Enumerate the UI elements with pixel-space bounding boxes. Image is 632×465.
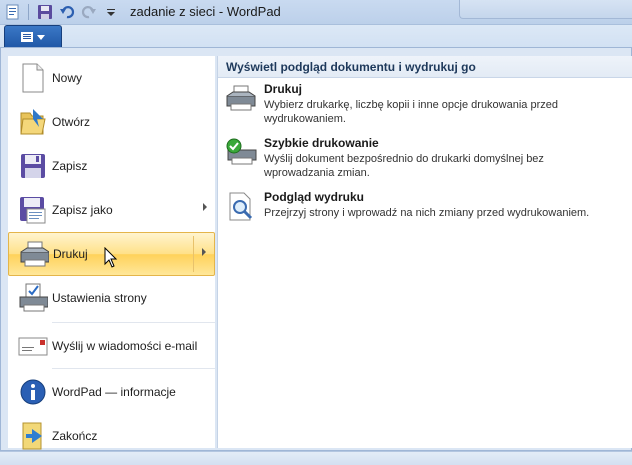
menu-item-open[interactable]: Otwórz	[8, 100, 215, 144]
submenu-item-title: Drukuj	[264, 82, 303, 96]
save-icon[interactable]	[36, 3, 54, 21]
menu-item-label: Wyślij w wiadomości e-mail	[52, 339, 198, 353]
menu-item-about[interactable]: WordPad — informacje	[8, 370, 215, 414]
submenu-item-quick-print[interactable]: Szybkie drukowanie Wyślij dokument bezpo…	[222, 136, 628, 180]
split-button-divider	[193, 236, 194, 272]
submenu-item-description: Wyślij dokument bezpośrednio do drukarki…	[264, 153, 544, 179]
ribbon-tab-row	[0, 25, 632, 48]
submenu-item-print-preview[interactable]: Podgląd wydruku Przejrzyj strony i wprow…	[222, 190, 628, 226]
menu-item-label: Zapisz jako	[52, 203, 113, 217]
customize-qat-icon[interactable]	[102, 3, 120, 21]
menu-item-save[interactable]: Zapisz	[8, 144, 215, 188]
menu-separator	[52, 368, 215, 369]
menu-item-label: Zapisz	[52, 159, 88, 173]
submenu-item-title: Szybkie drukowanie	[264, 136, 379, 150]
menu-item-label: Drukuj	[53, 247, 88, 261]
window-controls[interactable]	[459, 0, 632, 19]
qat-separator	[28, 4, 29, 20]
menu-item-label: Otwórz	[52, 115, 91, 129]
quick-access-toolbar	[0, 0, 120, 24]
save-as-icon	[18, 195, 48, 225]
printer-icon	[224, 82, 258, 118]
menu-separator	[52, 322, 215, 323]
menu-item-label: Nowy	[52, 71, 83, 85]
application-menu: Nowy Otwórz Zapisz Zapisz jako Drukuj Us…	[0, 47, 632, 451]
info-icon	[18, 377, 48, 407]
application-menu-button[interactable]	[4, 25, 62, 48]
save-icon	[18, 151, 48, 181]
submenu-arrow-icon[interactable]	[202, 248, 206, 256]
undo-icon[interactable]	[58, 3, 76, 21]
printer-icon	[19, 239, 49, 269]
status-bar	[0, 451, 632, 465]
redo-icon[interactable]	[80, 3, 98, 21]
menu-item-send-email[interactable]: Wyślij w wiadomości e-mail	[8, 324, 215, 368]
menu-item-label: Ustawienia strony	[52, 291, 147, 305]
wordpad-icon[interactable]	[4, 3, 22, 21]
exit-icon	[18, 421, 48, 451]
print-preview-icon	[224, 190, 258, 226]
submenu-item-print[interactable]: Drukuj Wybierz drukarkę, liczbę kopii i …	[222, 82, 628, 126]
submenu-item-description: Przejrzyj strony i wprowadź na nich zmia…	[264, 207, 590, 219]
submenu-header: Wyświetl podgląd dokumentu i wydrukuj go	[218, 56, 632, 78]
mouse-cursor-icon	[104, 247, 118, 268]
page-setup-icon	[18, 283, 48, 313]
submenu-item-title: Podgląd wydruku	[264, 190, 365, 204]
submenu-item-description: Wybierz drukarkę, liczbę kopii i inne op…	[264, 99, 558, 125]
email-icon	[18, 331, 48, 361]
new-document-icon	[18, 63, 48, 93]
menu-item-save-as[interactable]: Zapisz jako	[8, 188, 215, 232]
print-submenu: Wyświetl podgląd dokumentu i wydrukuj go…	[217, 56, 632, 448]
title-bar: zadanie z sieci - WordPad	[0, 0, 632, 25]
window-title: zadanie z sieci - WordPad	[130, 4, 281, 19]
menu-item-new[interactable]: Nowy	[8, 56, 215, 100]
submenu-arrow-icon	[203, 203, 207, 211]
menu-item-label: Zakończ	[52, 429, 98, 443]
menu-item-label: WordPad — informacje	[52, 385, 176, 399]
app-menu-icon	[21, 32, 45, 42]
quick-print-icon	[224, 136, 258, 172]
menu-item-page-setup[interactable]: Ustawienia strony	[8, 276, 215, 320]
open-folder-icon	[18, 107, 48, 137]
